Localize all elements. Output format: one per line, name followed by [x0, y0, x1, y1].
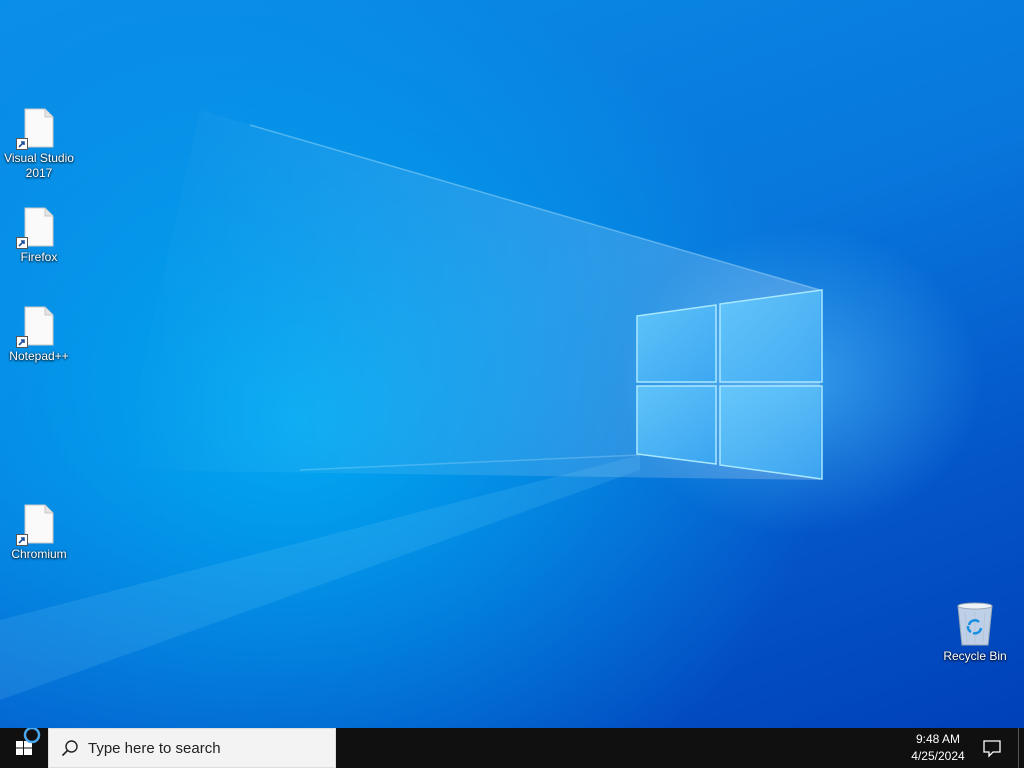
taskbar: Type here to search 9:48 AM 4/25/2024 [0, 726, 1024, 768]
desktop-icon-label: Notepad++ [9, 349, 69, 363]
clock-time: 9:48 AM [915, 732, 961, 746]
search-placeholder: Type here to search [88, 740, 221, 757]
desktop-icon-label: Recycle Bin [943, 649, 1007, 663]
action-center-icon [983, 740, 1001, 758]
desktop-icon-notepad-plus-plus[interactable]: Notepad++ [1, 306, 77, 364]
desktop-icon-chromium[interactable]: Chromium [1, 504, 77, 562]
file-shortcut-icon [16, 207, 54, 249]
action-center-button[interactable] [976, 728, 1008, 768]
search-icon [61, 740, 78, 757]
desktop-icon-label: Visual Studio 2017 [4, 151, 74, 180]
file-shortcut-icon [16, 306, 54, 348]
search-input[interactable]: Type here to search [48, 728, 336, 768]
desktop-icon-recycle-bin[interactable]: Recycle Bin [937, 602, 1013, 664]
start-button[interactable] [0, 726, 48, 768]
recycle-bin-icon [955, 602, 995, 646]
windows-logo-icon [16, 726, 41, 755]
desktop[interactable]: Visual Studio 2017 Firefox Notepad++ Chr… [0, 0, 1024, 728]
file-shortcut-icon [16, 108, 54, 150]
wallpaper [0, 110, 823, 700]
file-shortcut-icon [16, 504, 54, 546]
desktop-icon-label: Firefox [20, 250, 58, 264]
desktop-icon-label: Chromium [11, 547, 67, 561]
clock[interactable]: 9:48 AM 4/25/2024 [890, 730, 986, 767]
show-desktop-button[interactable] [1018, 728, 1024, 768]
desktop-icon-visual-studio[interactable]: Visual Studio 2017 [1, 108, 77, 181]
desktop-icon-firefox[interactable]: Firefox [1, 207, 77, 265]
clock-date: 4/25/2024 [911, 749, 965, 763]
